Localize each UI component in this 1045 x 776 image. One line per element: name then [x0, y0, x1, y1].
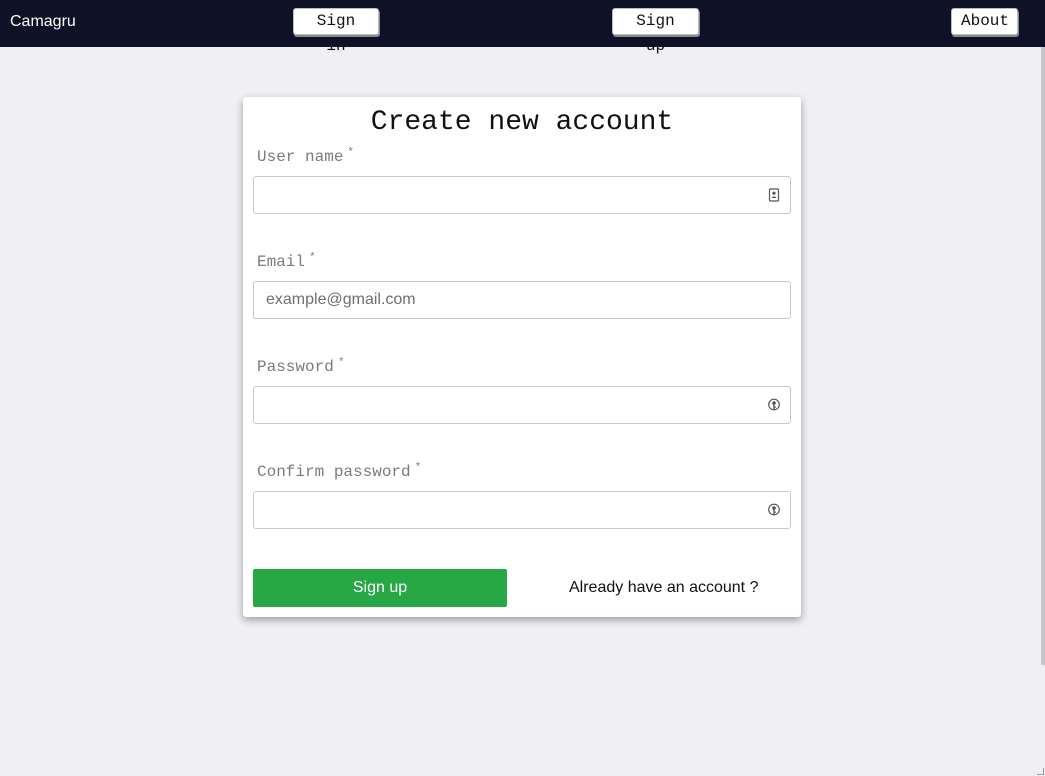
page-scrollbar[interactable]	[1041, 47, 1045, 665]
required-asterisk: *	[337, 357, 345, 369]
username-label: User name *	[257, 147, 354, 166]
nav-sign-up-button[interactable]: Sign up	[612, 8, 699, 55]
confirm-password-label: Confirm password *	[257, 462, 421, 481]
email-label-text: Email	[257, 253, 306, 271]
contact-card-icon[interactable]	[767, 188, 781, 202]
top-navbar: Camagru Sign in Sign up About	[0, 0, 1045, 55]
resize-grip-icon[interactable]	[1037, 768, 1044, 775]
password-label-text: Password	[257, 358, 334, 376]
nav-about-button[interactable]: About	[951, 8, 1018, 35]
required-asterisk: *	[414, 462, 422, 474]
nav-sign-in-button[interactable]: Sign in	[293, 8, 379, 55]
email-input[interactable]	[253, 281, 791, 319]
username-input[interactable]	[253, 176, 791, 214]
brand-logo-text[interactable]: Camagru	[10, 13, 76, 31]
sign-up-submit-button[interactable]: Sign up	[253, 569, 507, 607]
password-label: Password *	[257, 357, 344, 376]
required-asterisk: *	[347, 147, 355, 159]
signup-card: Create new account User name* Email* Pas…	[243, 97, 801, 617]
confirm-password-input[interactable]	[253, 491, 791, 529]
key-icon[interactable]	[767, 503, 781, 517]
email-label: Email *	[257, 252, 316, 271]
page-title: Create new account	[370, 107, 674, 138]
required-asterisk: *	[309, 252, 316, 264]
key-icon[interactable]	[767, 398, 781, 412]
password-input[interactable]	[253, 386, 791, 424]
confirm-password-label-text: Confirm password	[257, 463, 411, 481]
username-label-text: User name	[257, 148, 344, 166]
already-have-account-link[interactable]: Already have an account ?	[569, 579, 758, 597]
